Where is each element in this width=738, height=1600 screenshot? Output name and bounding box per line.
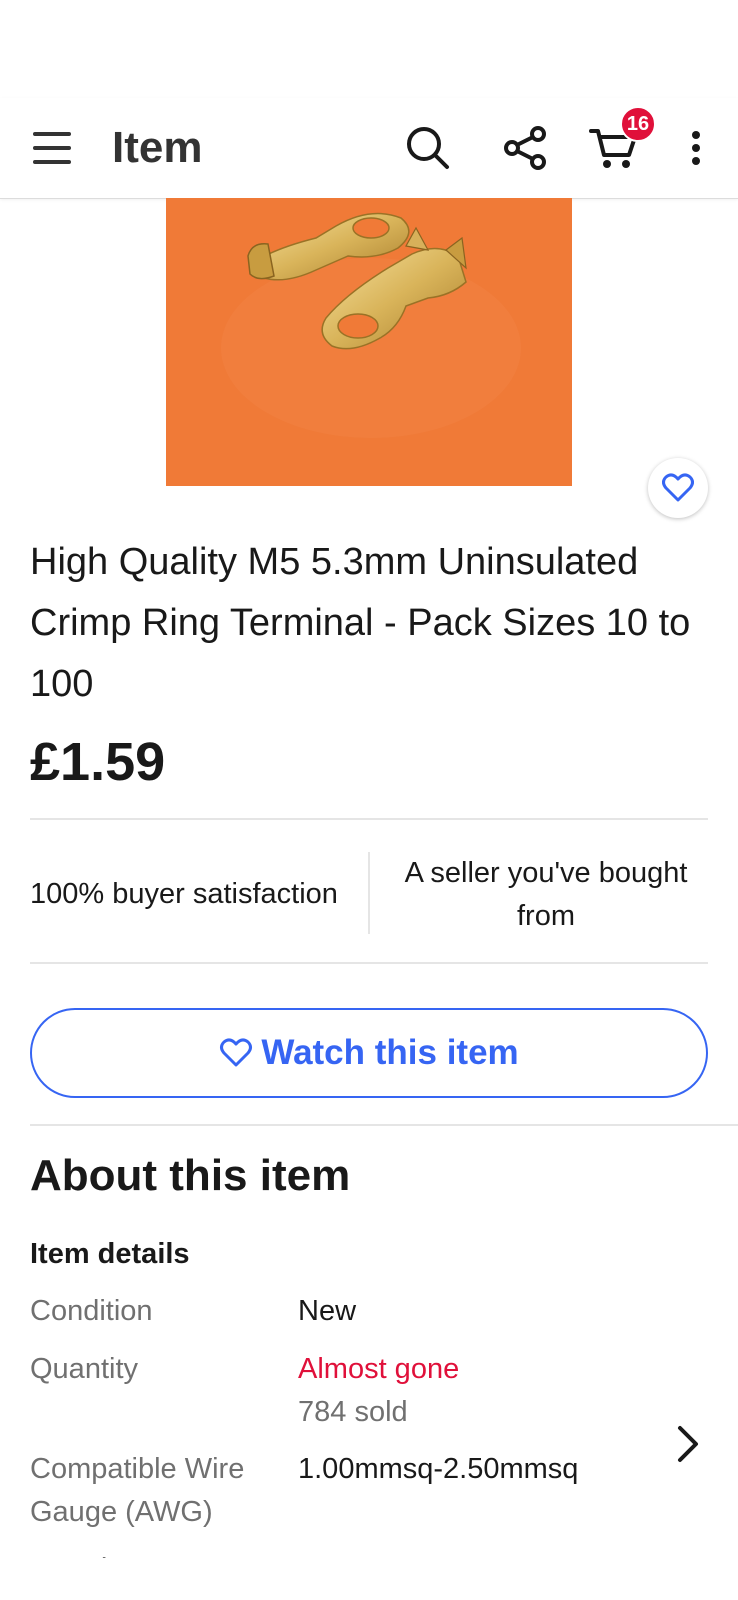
- status-bar-area: [0, 0, 738, 98]
- hamburger-menu-icon[interactable]: [30, 126, 74, 170]
- search-icon[interactable]: [400, 120, 456, 176]
- product-price: £1.59: [30, 732, 166, 792]
- seller-info-separator: [368, 852, 370, 934]
- detail-value-quantity: Almost gone: [298, 1353, 460, 1385]
- favorite-heart-icon[interactable]: [648, 458, 708, 518]
- bottom-cutoff-area: [0, 1558, 738, 1600]
- product-image[interactable]: [166, 198, 572, 486]
- detail-value-wire-gauge: 1.00mmsq-2.50mmsq: [298, 1453, 579, 1485]
- about-heading: About this item: [30, 1151, 351, 1200]
- item-details-heading: Item details: [30, 1238, 190, 1270]
- detail-value-condition: New: [298, 1295, 357, 1327]
- cart-count-badge: 16: [620, 106, 656, 142]
- product-title: High Quality M5 5.3mm Uninsulated Crimp …: [30, 541, 691, 705]
- watch-item-label: Watch this item: [261, 1033, 519, 1072]
- heart-outline-icon: [220, 1038, 253, 1067]
- chevron-right-icon[interactable]: [672, 1422, 702, 1466]
- detail-label-wire-gauge: Compatible Wire Gauge (AWG): [30, 1453, 245, 1528]
- divider: [30, 962, 708, 964]
- page-title: Item: [112, 123, 203, 172]
- more-vertical-icon[interactable]: [670, 120, 722, 176]
- detail-label-quantity: Quantity: [30, 1353, 138, 1385]
- share-icon[interactable]: [498, 120, 554, 176]
- detail-label-condition: Condition: [30, 1295, 153, 1327]
- divider: [30, 1124, 738, 1126]
- detail-value-sold-count: 784 sold: [298, 1396, 408, 1428]
- divider: [30, 818, 708, 820]
- seller-history: A seller you've bought from: [404, 857, 688, 932]
- buyer-satisfaction: 100% buyer satisfaction: [30, 877, 338, 910]
- watch-item-button[interactable]: Watch this item: [30, 1008, 708, 1098]
- app-bar: Item 16: [0, 98, 738, 199]
